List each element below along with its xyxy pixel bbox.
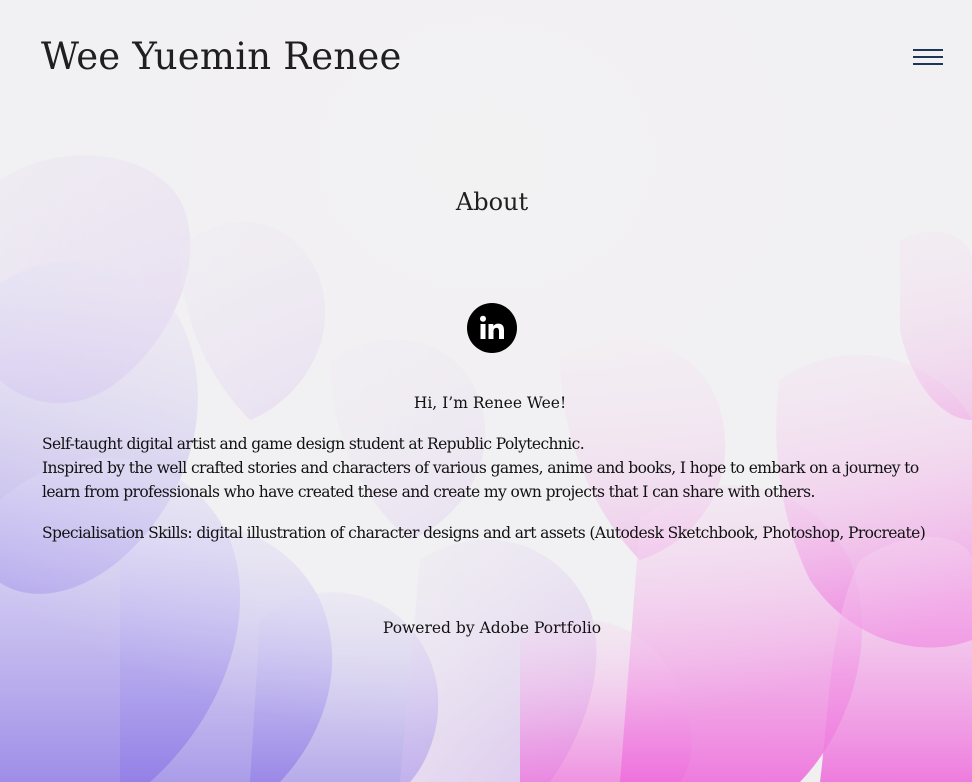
bio-text: Self-taught digital artist and game desi… [42,432,942,504]
footer: Powered by Adobe Portfolio [0,616,972,640]
adobe-portfolio-link[interactable]: Adobe Portfolio [480,619,602,637]
skills-text: Specialisation Skills: digital illustrat… [42,524,926,542]
bio-line: Self-taught digital artist and game desi… [42,435,585,453]
greeting-text: Hi, I’m Renee Wee! [413,394,567,412]
menu-line [913,63,943,65]
linkedin-button[interactable] [467,303,517,353]
bio-line: Inspired by the well crafted stories and… [42,459,919,501]
hamburger-menu-icon[interactable] [913,47,945,69]
linkedin-icon [480,315,504,339]
page-title: About [455,188,529,216]
powered-by-label: Powered by [382,619,480,637]
menu-line [913,49,943,51]
menu-line [913,56,943,58]
page: Wee Yuemin Renee About Hi, I’m Renee Wee… [0,0,972,782]
site-title[interactable]: Wee Yuemin Renee [41,33,402,81]
